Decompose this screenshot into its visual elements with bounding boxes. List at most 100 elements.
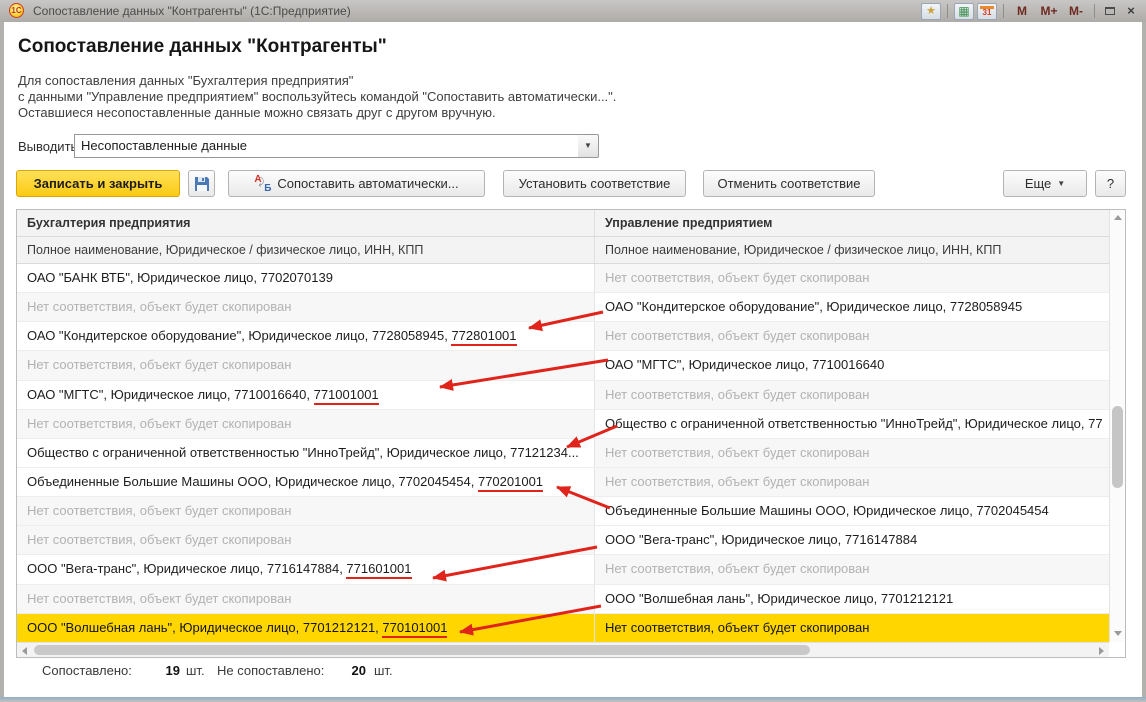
table-row[interactable]: Нет соответствия, объект будет скопирова… (17, 526, 1109, 556)
left-cell[interactable]: Нет соответствия, объект будет скопирова… (17, 526, 595, 555)
entity-text: ОАО "Кондитерское оборудование", Юридиче… (27, 328, 452, 344)
entity-text: ОАО "Кондитерское оборудование", Юридиче… (605, 299, 1023, 315)
table-row[interactable]: ОАО "МГТС", Юридическое лицо, 7710016640… (17, 380, 1109, 410)
titlebar-separator (1003, 4, 1004, 18)
right-cell[interactable]: Нет соответствия, объект будет скопирова… (595, 322, 1109, 351)
filter-combobox[interactable]: Несопоставленные данные (74, 134, 579, 158)
more-button[interactable]: Еще ▼ (1003, 170, 1087, 197)
filter-dropdown-button[interactable]: ▼ (578, 134, 599, 158)
calendar-icon[interactable]: 31 (977, 2, 997, 20)
left-cell[interactable]: ООО "Волшебная лань", Юридическое лицо, … (17, 613, 595, 642)
memory-button[interactable]: М (1010, 3, 1034, 19)
set-match-button[interactable]: Установить соответствие (503, 170, 686, 197)
vertical-scroll-thumb[interactable] (1112, 406, 1123, 488)
horizontal-scroll-thumb[interactable] (34, 645, 810, 655)
matched-label: Сопоставлено: (42, 663, 132, 678)
left-cell[interactable]: Нет соответствия, объект будет скопирова… (17, 497, 595, 526)
help-button[interactable]: ? (1095, 170, 1126, 197)
auto-match-label: Сопоставить автоматически... (277, 176, 459, 191)
scroll-down-icon[interactable] (1114, 631, 1122, 636)
close-button[interactable]: × (1122, 3, 1140, 19)
table-row[interactable]: ОАО "Кондитерское оборудование", Юридиче… (17, 322, 1109, 352)
app-window: 1С Сопоставление данных "Контрагенты" (1… (0, 0, 1146, 702)
table-row[interactable]: ООО "Вега-транс", Юридическое лицо, 7716… (17, 555, 1109, 585)
right-cell[interactable]: Нет соответствия, объект будет скопирова… (595, 555, 1109, 584)
floppy-icon (194, 176, 209, 191)
horizontal-scrollbar[interactable] (17, 642, 1109, 657)
maximize-button[interactable] (1101, 3, 1119, 19)
table-subheader-row: Полное наименование, Юридическое / физич… (17, 237, 1109, 264)
vertical-scrollbar[interactable] (1109, 210, 1125, 642)
kpp-underlined: 770201001 (477, 473, 544, 492)
right-cell[interactable]: Нет соответствия, объект будет скопирова… (595, 264, 1109, 293)
table-row[interactable]: ООО "Волшебная лань", Юридическое лицо, … (17, 613, 1109, 642)
unset-match-button[interactable]: Отменить соответствие (703, 170, 875, 197)
scroll-left-icon[interactable] (22, 647, 27, 655)
scroll-up-icon[interactable] (1114, 215, 1122, 220)
save-button[interactable] (188, 170, 215, 197)
entity-text: ООО "Вега-транс", Юридическое лицо, 7716… (605, 532, 918, 548)
kpp-underlined: 771601001 (346, 561, 412, 580)
kpp-underlined: 772801001 (451, 328, 517, 347)
table-row[interactable]: Нет соответствия, объект будет скопирова… (17, 409, 1109, 439)
column-header-left: Бухгалтерия предприятия (17, 210, 595, 236)
window-bottom-border (0, 697, 1146, 702)
title-bar: 1С Сопоставление данных "Контрагенты" (1… (0, 0, 1146, 22)
right-cell[interactable]: ООО "Вега-транс", Юридическое лицо, 7716… (595, 526, 1109, 555)
table-row[interactable]: Нет соответствия, объект будет скопирова… (17, 351, 1109, 381)
description-line: Оставшиеся несопоставленные данные можно… (18, 105, 496, 120)
scroll-right-icon[interactable] (1099, 647, 1104, 655)
unmatched-value: 20 (351, 663, 366, 678)
left-cell[interactable]: Нет соответствия, объект будет скопирова… (17, 351, 595, 380)
column-subheader-right: Полное наименование, Юридическое / физич… (605, 243, 1002, 257)
right-cell[interactable]: Нет соответствия, объект будет скопирова… (595, 438, 1109, 467)
left-cell[interactable]: Объединенные Большие Машины ООО, Юридиче… (17, 467, 595, 497)
table-row[interactable]: Нет соответствия, объект будет скопирова… (17, 497, 1109, 527)
auto-match-button[interactable]: А ⤸ Б Сопоставить автоматически... (228, 170, 485, 197)
save-and-close-button[interactable]: Записать и закрыть (16, 170, 180, 197)
table-row[interactable]: Общество с ограниченной ответственностью… (17, 438, 1109, 468)
entity-text: ООО "Волшебная лань", Юридическое лицо, … (27, 619, 383, 635)
right-cell[interactable]: ОАО "Кондитерское оборудование", Юридиче… (595, 293, 1109, 322)
left-cell[interactable]: ОАО "Кондитерское оборудование", Юридиче… (17, 322, 595, 351)
titlebar-separator (1094, 4, 1095, 18)
memory-minus-button[interactable]: М- (1064, 3, 1088, 19)
kpp-underlined: 771001001 (313, 386, 379, 405)
right-cell[interactable]: ОАО "МГТС", Юридическое лицо, 7710016640 (595, 351, 1109, 380)
favorite-icon[interactable]: ★ (921, 2, 941, 20)
right-cell[interactable]: Объединенные Большие Машины ООО, Юридиче… (595, 497, 1109, 526)
matching-table: Бухгалтерия предприятия Управление предп… (16, 209, 1126, 658)
right-cell[interactable]: Нет соответствия, объект будет скопирова… (595, 467, 1109, 497)
left-cell[interactable]: Общество с ограниченной ответственностью… (17, 438, 595, 467)
table-row[interactable]: ОАО "БАНК ВТБ", Юридическое лицо, 770207… (17, 264, 1109, 294)
left-cell[interactable]: Нет соответствия, объект будет скопирова… (17, 409, 595, 438)
left-cell[interactable]: Нет соответствия, объект будет скопирова… (17, 584, 595, 613)
table-row[interactable]: Нет соответствия, объект будет скопирова… (17, 293, 1109, 323)
titlebar-separator (947, 4, 948, 18)
table-row[interactable]: Нет соответствия, объект будет скопирова… (17, 584, 1109, 614)
right-cell[interactable]: Нет соответствия, объект будет скопирова… (595, 613, 1109, 642)
page-title: Сопоставление данных "Контрагенты" (18, 36, 387, 57)
table-row[interactable]: Объединенные Большие Машины ООО, Юридиче… (17, 467, 1109, 498)
entity-text: ОАО "МГТС", Юридическое лицо, 7710016640 (605, 357, 885, 373)
table-rows: ОАО "БАНК ВТБ", Юридическое лицо, 770207… (17, 264, 1109, 642)
description-line: с данными "Управление предприятием" восп… (18, 89, 617, 104)
entity-text: Объединенные Большие Машины ООО, Юридиче… (27, 473, 478, 489)
memory-plus-button[interactable]: М+ (1037, 3, 1061, 19)
entity-text: Общество с ограниченной ответственностью… (27, 444, 579, 460)
table-header-row: Бухгалтерия предприятия Управление предп… (17, 210, 1109, 237)
right-cell[interactable]: Общество с ограниченной ответственностью… (595, 409, 1109, 438)
chevron-down-icon: ▼ (1057, 179, 1066, 188)
calculator-icon[interactable]: ▦ (954, 2, 974, 20)
description-text: Для сопоставления данных "Бухгалтерия пр… (18, 73, 616, 121)
left-cell[interactable]: ОАО "БАНК ВТБ", Юридическое лицо, 770207… (17, 264, 595, 293)
right-cell[interactable]: ООО "Волшебная лань", Юридическое лицо, … (595, 584, 1109, 613)
left-cell[interactable]: Нет соответствия, объект будет скопирова… (17, 293, 595, 322)
right-cell[interactable]: Нет соответствия, объект будет скопирова… (595, 380, 1109, 409)
more-label: Еще (1024, 176, 1052, 191)
left-cell[interactable]: ОАО "МГТС", Юридическое лицо, 7710016640… (17, 380, 595, 409)
left-cell[interactable]: ООО "Вега-транс", Юридическое лицо, 7716… (17, 555, 595, 584)
entity-text: ООО "Волшебная лань", Юридическое лицо, … (605, 590, 954, 606)
matched-value: 19 (165, 663, 180, 678)
1c-logo-icon: 1С (9, 3, 24, 18)
